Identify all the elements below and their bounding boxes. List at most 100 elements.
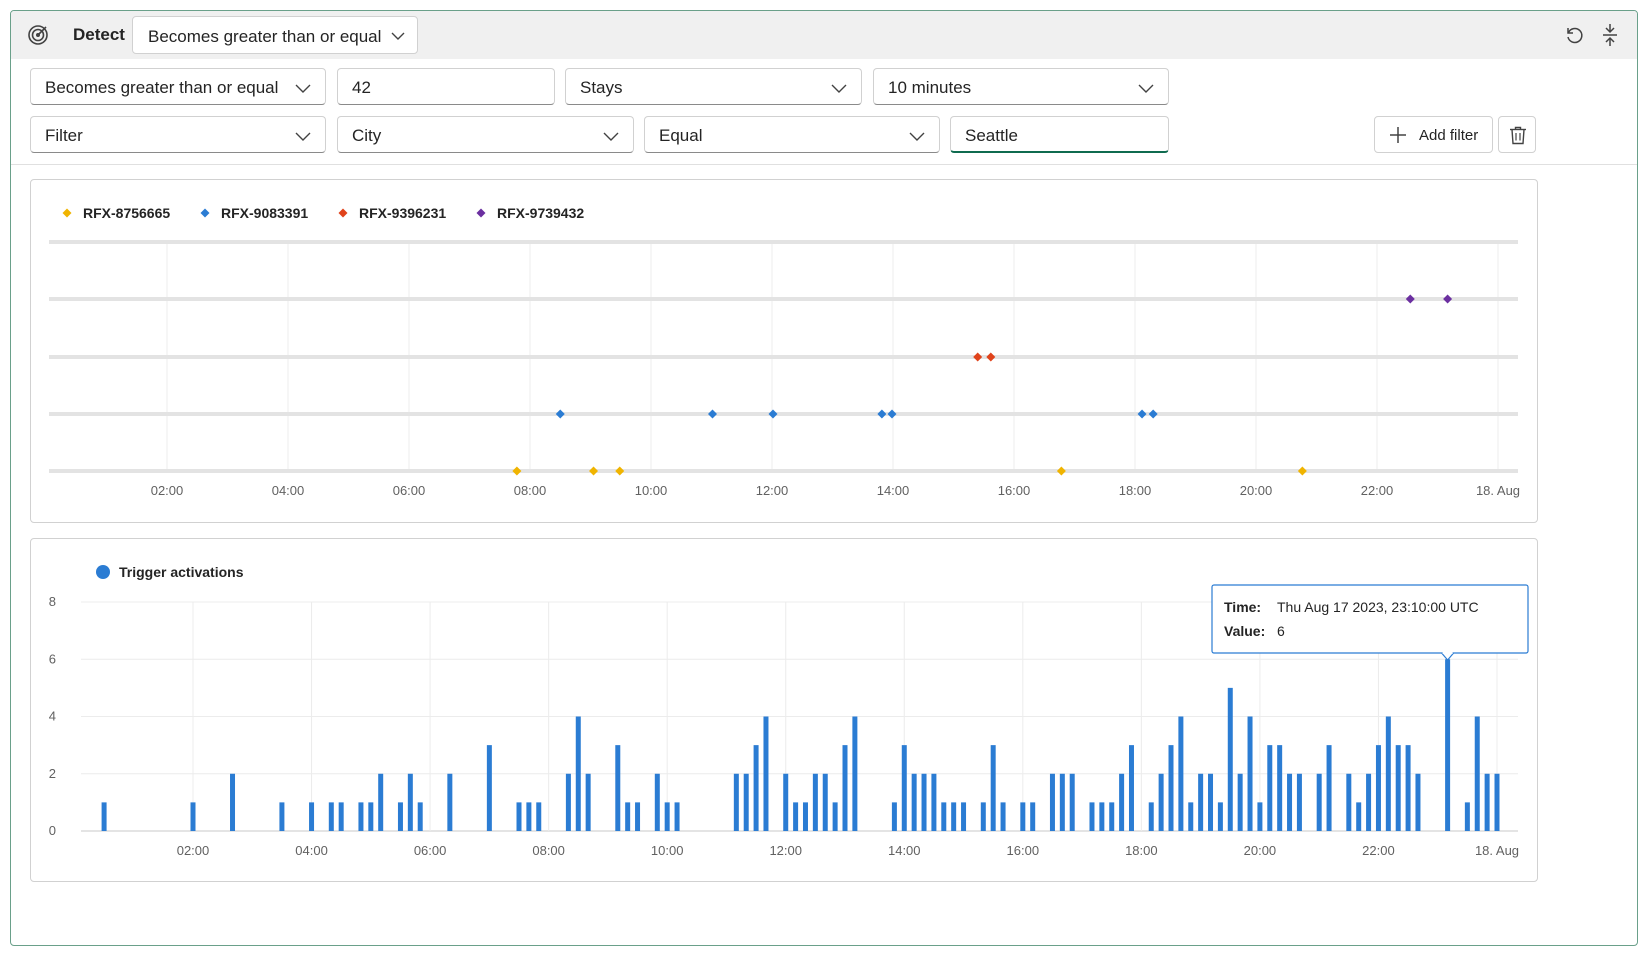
duration-mode-value: Stays bbox=[580, 78, 623, 97]
bar bbox=[1395, 745, 1401, 831]
bar bbox=[526, 802, 532, 831]
x-tick-label: 18:00 bbox=[1119, 483, 1152, 498]
bar bbox=[516, 802, 522, 831]
activations-chart-card: 0 2 4 6 8 02:00 04:00 06:00 08:00 10:00 12:00 14:00… bbox=[30, 538, 1538, 882]
delete-filter-button[interactable] bbox=[1498, 116, 1536, 153]
bar bbox=[931, 773, 937, 831]
bar bbox=[190, 802, 196, 831]
section-divider bbox=[11, 164, 1637, 165]
chevron-down-icon bbox=[295, 84, 311, 93]
chevron-down-icon bbox=[1138, 84, 1154, 93]
filter-operator-value: Equal bbox=[659, 126, 703, 145]
y-tick-label: 8 bbox=[49, 594, 56, 609]
bar bbox=[615, 745, 621, 831]
bar bbox=[417, 802, 423, 831]
x-tick-label: 22:00 bbox=[1362, 843, 1395, 858]
bar bbox=[1049, 773, 1055, 831]
undo-icon[interactable] bbox=[1563, 24, 1585, 46]
bar bbox=[368, 802, 374, 831]
add-filter-label: Add filter bbox=[1419, 127, 1479, 144]
x-tick-label: 12:00 bbox=[756, 483, 789, 498]
bar bbox=[891, 802, 897, 831]
bar bbox=[822, 773, 828, 831]
trash-icon bbox=[1510, 126, 1526, 145]
y-tick-label: 4 bbox=[49, 709, 56, 724]
bar bbox=[1227, 687, 1233, 831]
data-point bbox=[877, 409, 887, 419]
data-point bbox=[887, 409, 897, 419]
bar bbox=[1178, 716, 1184, 831]
data-point bbox=[555, 409, 565, 419]
duration-select[interactable]: 10 minutes bbox=[873, 68, 1169, 105]
filter-field-select[interactable]: City bbox=[337, 116, 634, 153]
tooltip-box bbox=[1211, 584, 1529, 654]
bar bbox=[1277, 745, 1283, 831]
data-point bbox=[1297, 466, 1307, 476]
data-point bbox=[986, 352, 996, 362]
bar bbox=[1385, 716, 1391, 831]
x-tick-label: 12:00 bbox=[769, 843, 802, 858]
bar bbox=[1405, 745, 1411, 831]
bar bbox=[536, 802, 542, 831]
x-tick-label: 04:00 bbox=[272, 483, 305, 498]
bar bbox=[1296, 773, 1302, 831]
filter-value-input[interactable]: Seattle bbox=[950, 116, 1169, 153]
bar bbox=[1464, 802, 1470, 831]
bar bbox=[230, 773, 236, 831]
add-filter-button[interactable]: Add filter bbox=[1374, 116, 1493, 153]
bar bbox=[1069, 773, 1075, 831]
bar bbox=[447, 773, 453, 831]
bar bbox=[565, 773, 571, 831]
duration-value: 10 minutes bbox=[888, 78, 972, 97]
bar bbox=[1316, 773, 1322, 831]
condition-value-input[interactable]: 42 bbox=[337, 68, 555, 105]
bar bbox=[1356, 802, 1362, 831]
bar bbox=[911, 773, 917, 831]
bar bbox=[802, 802, 808, 831]
bar bbox=[1326, 745, 1332, 831]
x-tick-label: 08:00 bbox=[532, 843, 565, 858]
bar bbox=[1128, 745, 1134, 831]
x-tick-label: 02:00 bbox=[151, 483, 184, 498]
y-tick-label: 0 bbox=[49, 823, 56, 838]
detect-mode-value: Becomes greater than or equal bbox=[148, 27, 382, 46]
bar bbox=[575, 716, 581, 831]
bar bbox=[1237, 773, 1243, 831]
condition-operator-select[interactable]: Becomes greater than or equal bbox=[30, 68, 326, 105]
data-point bbox=[768, 409, 778, 419]
bar bbox=[763, 716, 769, 831]
bar bbox=[1474, 716, 1480, 831]
tooltip-value-label: Value: bbox=[1224, 623, 1265, 639]
bar bbox=[980, 802, 986, 831]
data-point bbox=[1056, 466, 1066, 476]
filter-operator-select[interactable]: Equal bbox=[644, 116, 940, 153]
bar bbox=[1148, 802, 1154, 831]
data-point bbox=[973, 352, 983, 362]
x-tick-label: 18. Aug bbox=[1475, 843, 1519, 858]
data-point bbox=[1443, 294, 1453, 304]
legend-marker bbox=[476, 208, 486, 218]
tooltip-value: 6 bbox=[1277, 623, 1285, 639]
filter-type-select[interactable]: Filter bbox=[30, 116, 326, 153]
bar bbox=[1257, 802, 1263, 831]
bar bbox=[901, 745, 907, 831]
bar bbox=[1020, 802, 1026, 831]
x-tick-label: 16:00 bbox=[1007, 843, 1040, 858]
bar bbox=[1030, 802, 1036, 831]
bar bbox=[635, 802, 641, 831]
detect-title: Detect bbox=[73, 25, 125, 44]
detect-mode-select[interactable]: Becomes greater than or equal bbox=[132, 16, 418, 54]
events-chart-card: 02:00 04:00 06:00 08:00 10:00 12:00 14:00 16:00… bbox=[30, 179, 1538, 523]
x-tick-label: 10:00 bbox=[635, 483, 668, 498]
collapse-icon[interactable] bbox=[1599, 23, 1621, 47]
legend-label: RFX-9083391 bbox=[221, 205, 308, 221]
bar bbox=[921, 773, 927, 831]
tooltip-time-label: Time: bbox=[1224, 599, 1261, 615]
activations-bar-chart: 0 2 4 6 8 02:00 04:00 06:00 08:00 10:00 12:00 14:00… bbox=[49, 564, 1529, 858]
y-tick-label: 2 bbox=[49, 766, 56, 781]
bar bbox=[1445, 659, 1451, 831]
legend-marker bbox=[62, 208, 72, 218]
data-point bbox=[589, 466, 599, 476]
bar bbox=[1198, 773, 1204, 831]
duration-mode-select[interactable]: Stays bbox=[565, 68, 862, 105]
